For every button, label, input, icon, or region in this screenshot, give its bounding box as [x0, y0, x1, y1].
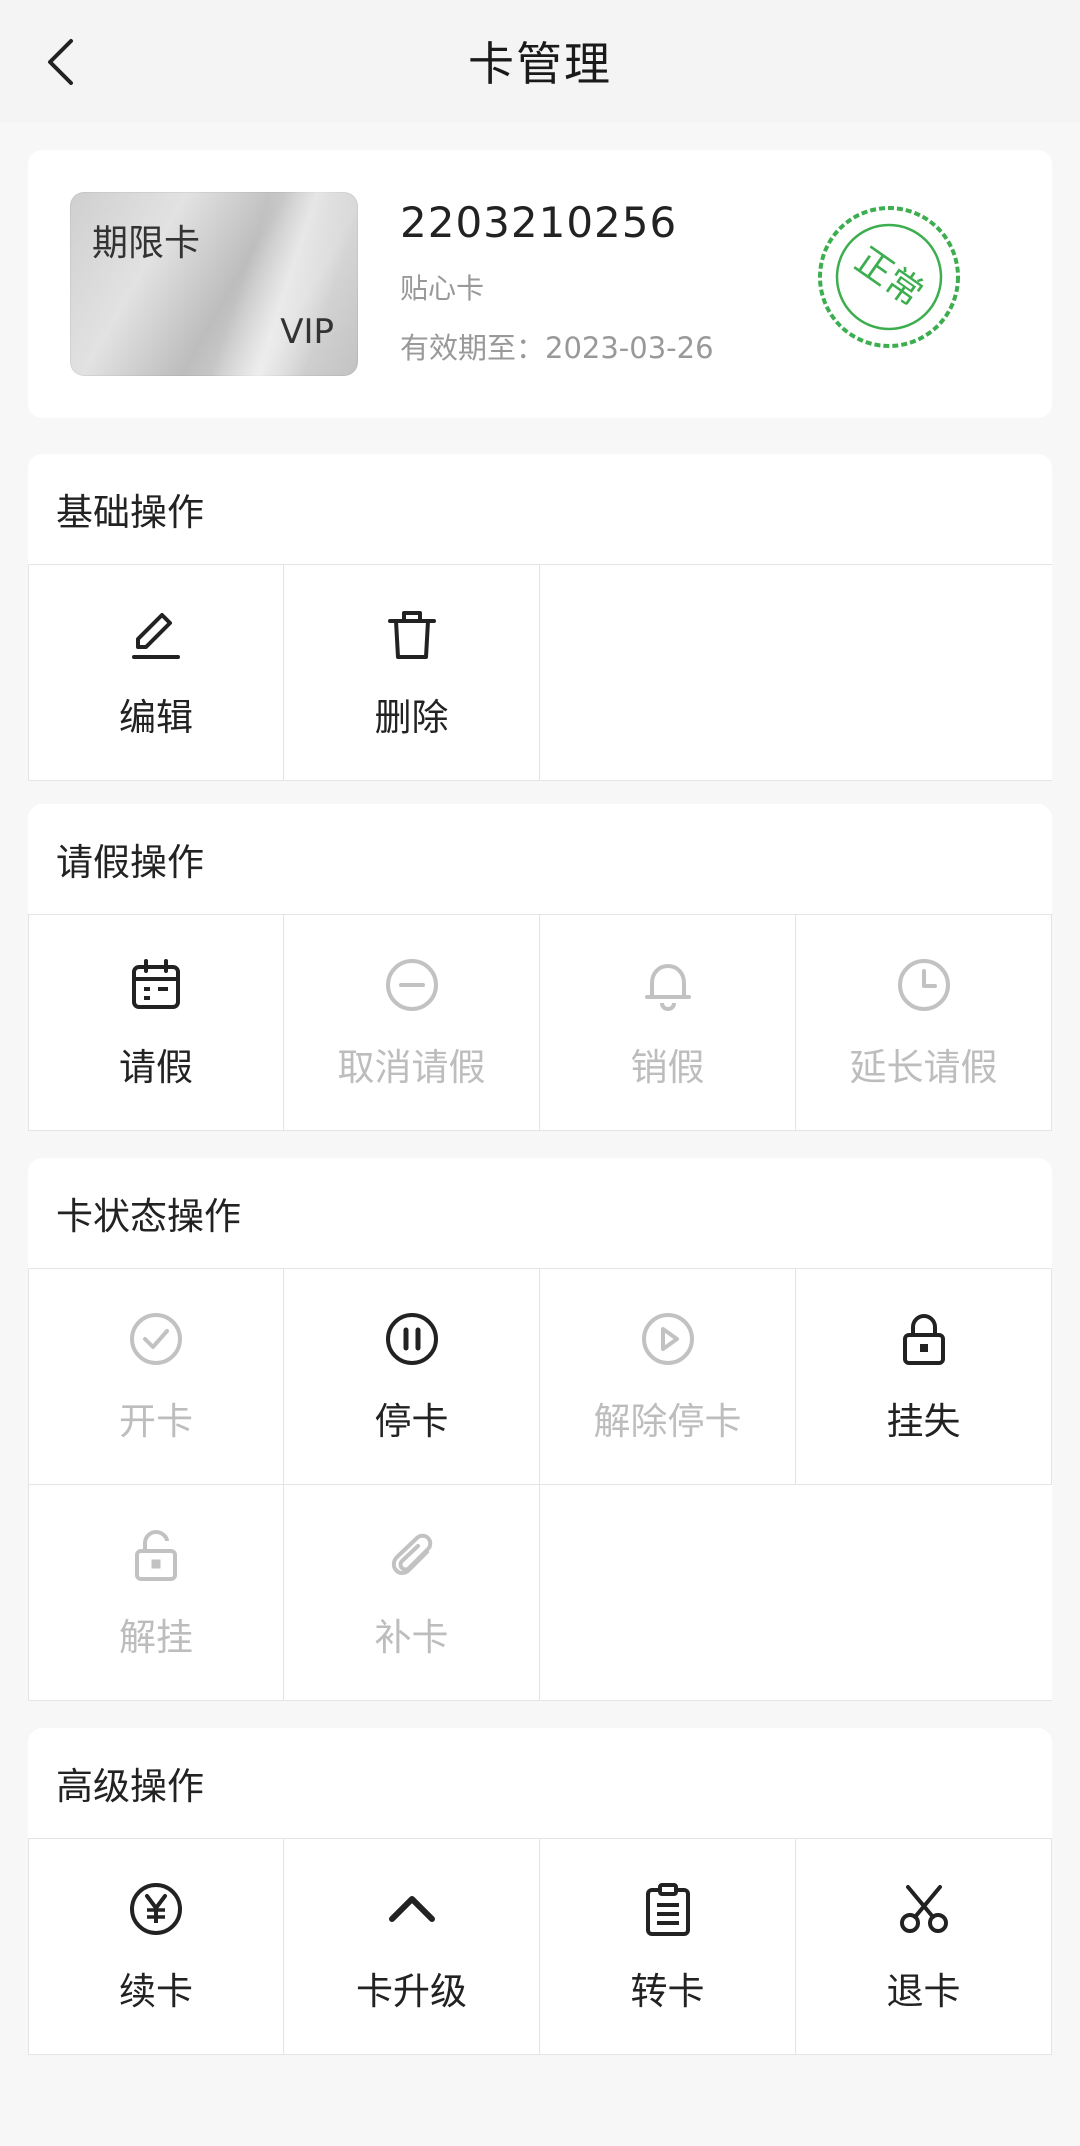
clock-icon	[894, 955, 954, 1015]
bell-icon	[638, 955, 698, 1015]
suspend-card-button[interactable]: 停卡	[284, 1269, 540, 1485]
empty-cell	[796, 1485, 1052, 1701]
empty-cell	[540, 1485, 796, 1701]
delete-button[interactable]: 删除	[284, 565, 540, 781]
transfer-card-label: 转卡	[630, 1969, 705, 2013]
activate-card-button[interactable]: 开卡	[28, 1269, 284, 1485]
section-title: 高级操作	[28, 1728, 1052, 1838]
section-advanced: 高级操作 续卡 卡升级 转卡 退卡	[28, 1728, 1052, 2055]
scissors-icon	[894, 1879, 954, 1939]
section-title: 基础操作	[28, 454, 1052, 564]
calendar-icon	[126, 955, 186, 1015]
status-stamp-text: 正常	[847, 240, 930, 315]
edit-label: 编辑	[119, 695, 193, 739]
trash-icon	[382, 605, 442, 665]
suspend-card-label: 停卡	[374, 1399, 449, 1443]
cancel-leave-label: 取消请假	[337, 1045, 486, 1089]
renew-card-button[interactable]: 续卡	[28, 1839, 284, 2055]
renew-card-label: 续卡	[119, 1969, 193, 2013]
leave-button[interactable]: 请假	[28, 915, 284, 1131]
card-name: 贴心卡	[400, 272, 485, 305]
leave-label: 请假	[119, 1045, 193, 1089]
section-title: 请假操作	[28, 804, 1052, 914]
reissue-card-button[interactable]: 补卡	[284, 1485, 540, 1701]
upgrade-card-button[interactable]: 卡升级	[284, 1839, 540, 2055]
card-image: 期限卡 VIP	[70, 192, 358, 376]
end-leave-button[interactable]: 销假	[540, 915, 796, 1131]
reissue-card-label: 补卡	[374, 1615, 449, 1659]
cancel-loss-label: 解挂	[119, 1615, 193, 1659]
refund-card-label: 退卡	[886, 1969, 961, 2013]
refund-card-button[interactable]: 退卡	[796, 1839, 1052, 2055]
extend-leave-label: 延长请假	[849, 1045, 998, 1089]
card-details: 2203210256 贴心卡 有效期至：2023-03-26	[400, 198, 714, 367]
section-basic: 基础操作 编辑 删除	[28, 454, 1052, 781]
pencil-icon	[126, 605, 186, 665]
unlock-icon	[126, 1525, 186, 1585]
report-loss-button[interactable]: 挂失	[796, 1269, 1052, 1485]
card-info-panel: 期限卡 VIP 2203210256 贴心卡 有效期至：2023-03-26 正…	[28, 150, 1052, 418]
minus-circle-icon	[382, 955, 442, 1015]
empty-cell	[540, 565, 796, 781]
delete-label: 删除	[374, 695, 449, 739]
nav-bar: 卡管理	[0, 0, 1080, 122]
extend-leave-button[interactable]: 延长请假	[796, 915, 1052, 1131]
clipboard-icon	[638, 1879, 698, 1939]
check-circle-icon	[126, 1309, 186, 1369]
section-card-status: 卡状态操作 开卡 停卡 解除停卡 挂失 解挂 补卡	[28, 1158, 1052, 1701]
vip-label: VIP	[280, 312, 334, 352]
section-title: 卡状态操作	[28, 1158, 1052, 1268]
card-type-label: 期限卡	[92, 223, 201, 264]
card-expiry: 有效期至：2023-03-26	[400, 331, 714, 365]
cancel-loss-button[interactable]: 解挂	[28, 1485, 284, 1701]
page-title: 卡管理	[468, 37, 612, 91]
empty-cell	[796, 565, 1052, 781]
resume-card-button[interactable]: 解除停卡	[540, 1269, 796, 1485]
end-leave-label: 销假	[630, 1045, 705, 1089]
edit-button[interactable]: 编辑	[28, 565, 284, 781]
pause-circle-icon	[382, 1309, 442, 1369]
yen-circle-icon	[126, 1879, 186, 1939]
lock-icon	[894, 1309, 954, 1369]
paperclip-icon	[382, 1525, 442, 1585]
upgrade-card-label: 卡升级	[356, 1969, 467, 2013]
report-loss-label: 挂失	[886, 1399, 961, 1443]
play-circle-icon	[638, 1309, 698, 1369]
transfer-card-button[interactable]: 转卡	[540, 1839, 796, 2055]
activate-card-label: 开卡	[119, 1399, 193, 1443]
card-number: 2203210256	[400, 198, 678, 247]
section-leave: 请假操作 请假 取消请假 销假 延长请假	[28, 804, 1052, 1131]
resume-card-label: 解除停卡	[593, 1399, 742, 1443]
status-stamp: 正常	[818, 206, 960, 348]
chevron-up-icon	[382, 1879, 442, 1939]
cancel-leave-button[interactable]: 取消请假	[284, 915, 540, 1131]
